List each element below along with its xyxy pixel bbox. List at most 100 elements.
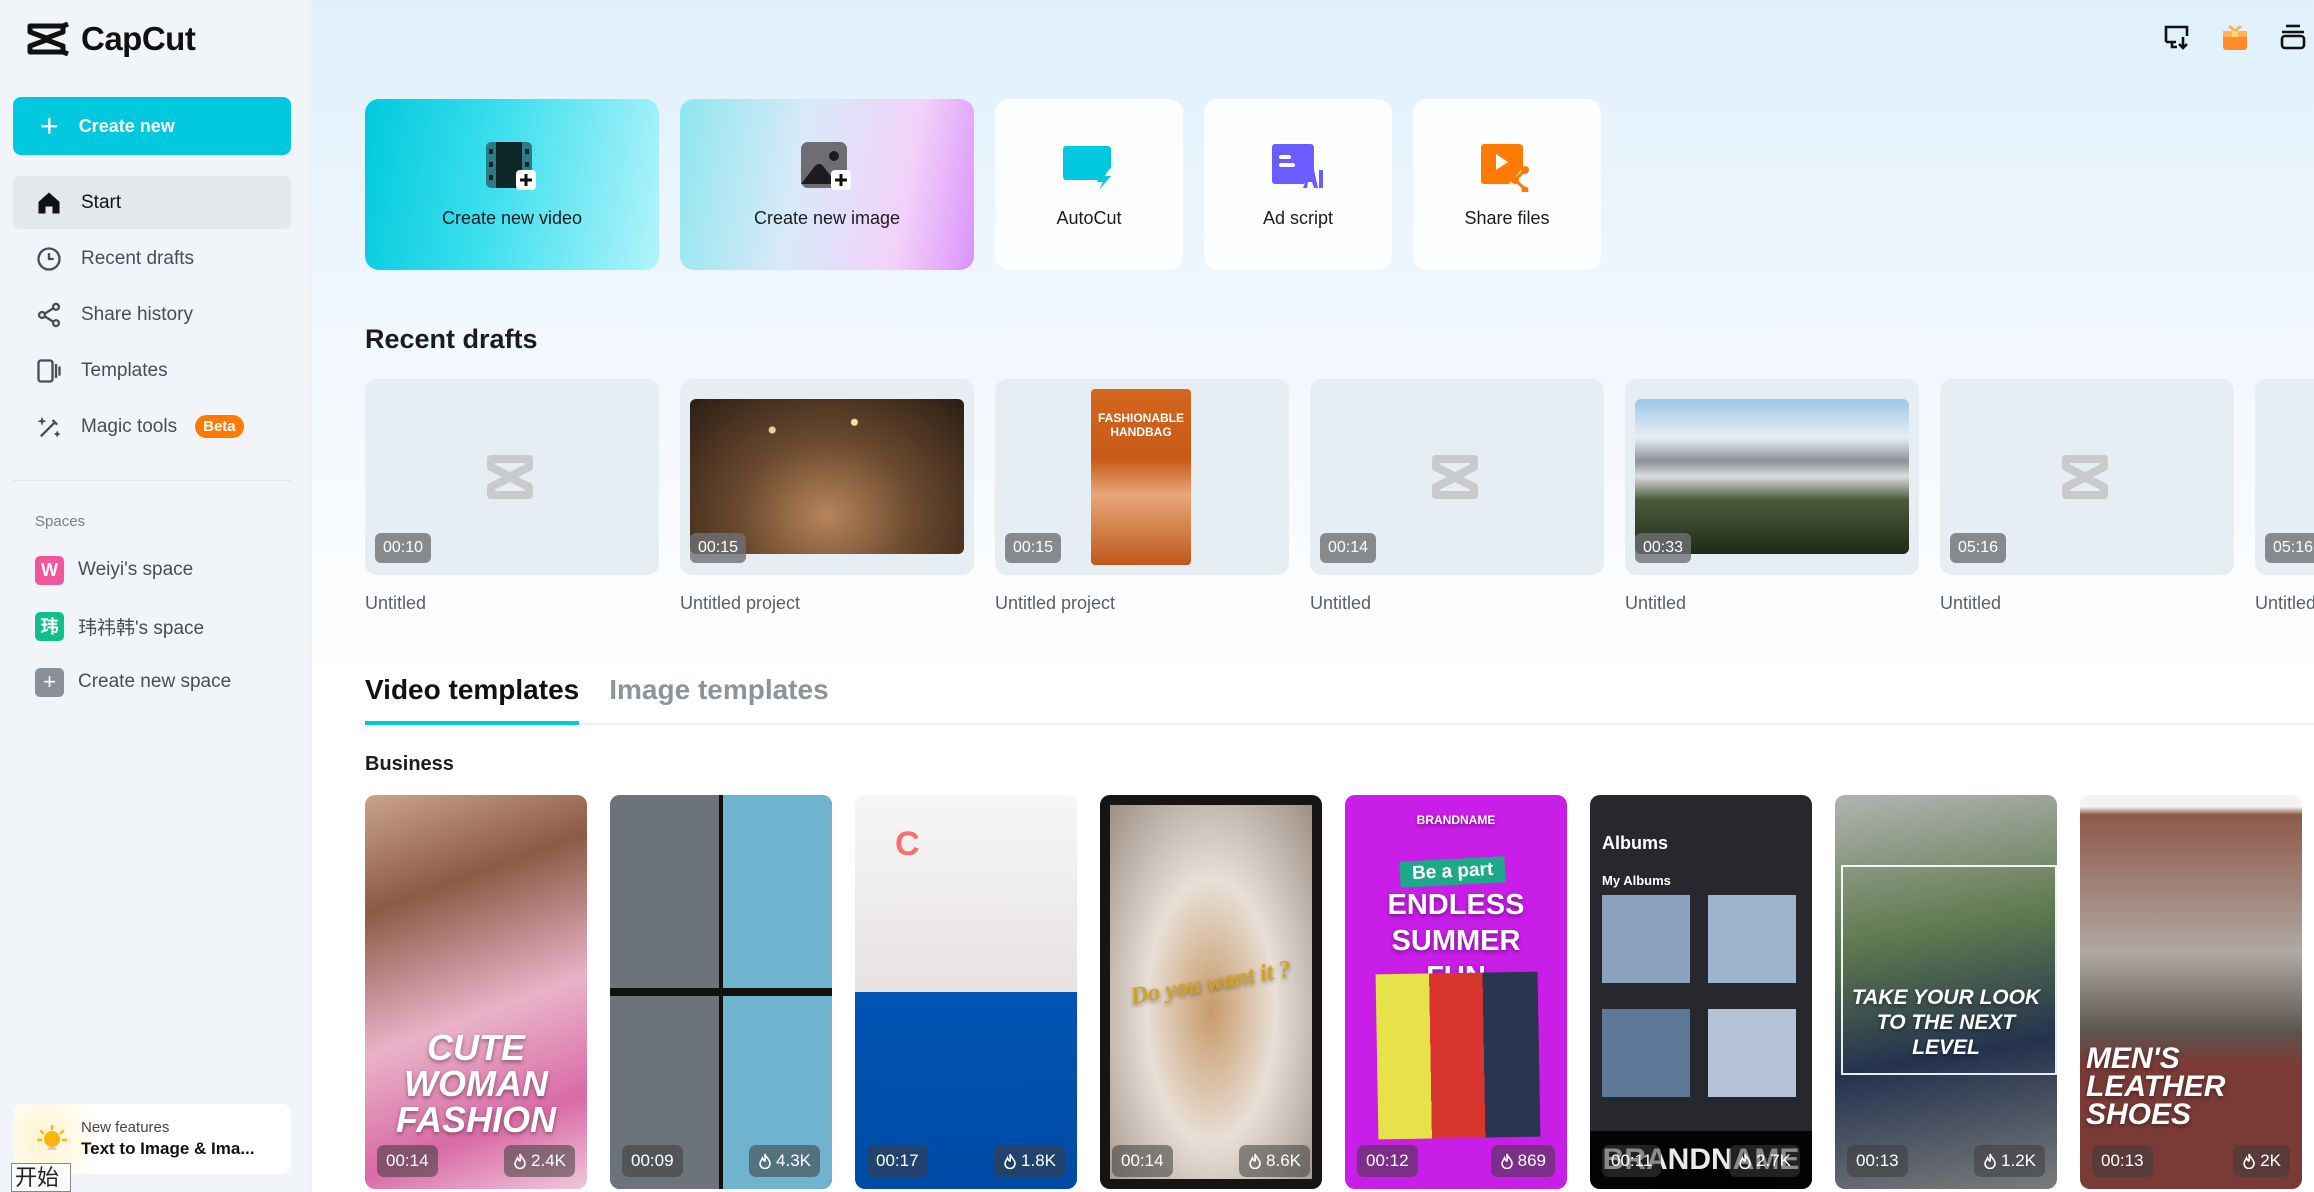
draft-duration: 00:10 bbox=[375, 533, 432, 563]
plus-icon: + bbox=[35, 667, 64, 697]
thumbnail-caption: FASHIONABLE HANDBAG bbox=[1097, 411, 1184, 439]
draft-duration: 05:16 bbox=[2265, 533, 2314, 563]
template-card[interactable]: MEN'S LEATHER SHOES 00:13 2K bbox=[2080, 795, 2302, 1189]
draft-name: Untitled bbox=[1625, 593, 1687, 613]
draft-thumbnail: 00:15 bbox=[680, 379, 974, 575]
draft-duration: 00:33 bbox=[1635, 533, 1692, 563]
draft-name: Untitled bbox=[2255, 593, 2314, 613]
template-photo bbox=[1375, 971, 1541, 1140]
flame-icon bbox=[1500, 1153, 1513, 1169]
templates-icon bbox=[37, 358, 61, 383]
sidebar-item-start[interactable]: Start bbox=[13, 176, 291, 229]
template-uses: 8.6K bbox=[1239, 1145, 1310, 1177]
draft-thumbnail: 00:14 bbox=[1310, 379, 1604, 575]
template-uses-count: 1.2K bbox=[2001, 1151, 2036, 1170]
menu-button[interactable] bbox=[2278, 22, 2308, 52]
sidebar-item-label: Recent drafts bbox=[81, 247, 194, 269]
space-label: Weiyi's space bbox=[78, 559, 194, 580]
beta-badge: Beta bbox=[195, 415, 244, 438]
album-thumb bbox=[1708, 895, 1796, 983]
draft-duration: 00:14 bbox=[1320, 533, 1377, 563]
draft-thumbnail: 00:33 bbox=[1625, 379, 1919, 575]
draft-thumbnail: 05:16 bbox=[2255, 379, 2314, 575]
home-icon bbox=[38, 192, 60, 213]
space-avatar: W bbox=[35, 555, 64, 585]
create-new-space-button[interactable]: + Create new space bbox=[13, 654, 291, 710]
business-section-heading: Business bbox=[365, 753, 454, 775]
spaces-list: W Weiyi's space 玮 玮祎韩's space + Create n… bbox=[13, 542, 291, 710]
draft-item[interactable]: 00:33 Untitled bbox=[1625, 379, 1919, 614]
recent-drafts-list: 00:10 Untitled 00:15 Untitled project FASHIO… bbox=[365, 379, 2314, 614]
quick-action-label: Create new video bbox=[441, 208, 583, 228]
template-card[interactable]: CUTE WOMAN FASHION 00:14 2.4K bbox=[365, 795, 587, 1189]
template-preview bbox=[610, 795, 832, 1189]
template-subcaption: My Albums bbox=[1602, 873, 1671, 888]
template-preview bbox=[855, 795, 1077, 1189]
template-card[interactable]: Albums My Albums BRANDNAME 00:11 2.7K bbox=[1590, 795, 1812, 1189]
sidebar-item-templates[interactable]: Templates bbox=[13, 344, 291, 397]
download-desktop-button[interactable] bbox=[2162, 22, 2192, 52]
ad-script-card[interactable]: Ad script bbox=[1204, 99, 1392, 270]
sidebar-item-share-history[interactable]: Share history bbox=[13, 288, 291, 341]
template-uses-count: 2.4K bbox=[531, 1151, 566, 1170]
sidebar-item-recent-drafts[interactable]: Recent drafts bbox=[13, 232, 291, 285]
sidebar-item-magic-tools[interactable]: Magic tools Beta bbox=[13, 400, 291, 453]
tab-video-templates[interactable]: Video templates bbox=[365, 664, 580, 725]
main-content: Create new video Create new image AutoCu… bbox=[312, 0, 2314, 1192]
draft-item[interactable]: 05:16 Untitled bbox=[2255, 379, 2314, 614]
autocut-card[interactable]: AutoCut bbox=[995, 99, 1183, 270]
draft-item[interactable]: FASHIONABLE HANDBAG 00:15 Untitled project bbox=[995, 379, 1289, 614]
template-uses-count: 1.8K bbox=[1021, 1151, 1056, 1170]
template-caption: C bbox=[895, 825, 920, 863]
create-new-button[interactable]: + Create new bbox=[13, 97, 291, 155]
template-duration: 00:12 bbox=[1357, 1145, 1418, 1177]
capcut-logo[interactable]: CapCut bbox=[27, 20, 196, 58]
draft-item[interactable]: 00:15 Untitled project bbox=[680, 379, 974, 614]
news-text: New features Text to Image & Ima... bbox=[81, 1119, 255, 1159]
template-card[interactable]: TAKE YOUR LOOK TO THE NEXT LEVEL 00:13 1.2… bbox=[1835, 795, 2057, 1189]
top-toolbar bbox=[2162, 22, 2314, 52]
spaces-heading: Spaces bbox=[35, 513, 86, 530]
draft-item[interactable]: 00:10 Untitled bbox=[365, 379, 659, 614]
template-brand: BRANDNAME bbox=[1416, 813, 1496, 827]
draft-item[interactable]: 00:14 Untitled bbox=[1310, 379, 1604, 614]
capcut-placeholder-icon bbox=[487, 455, 533, 499]
create-new-label: Create new bbox=[78, 115, 175, 136]
draft-thumbnail: 05:16 bbox=[1940, 379, 2234, 575]
ime-indicator[interactable]: 开始 bbox=[11, 1163, 71, 1192]
space-label: 玮祎韩's space bbox=[78, 617, 205, 639]
draft-item[interactable]: 05:16 Untitled bbox=[1940, 379, 2234, 614]
create-new-image-card[interactable]: Create new image bbox=[680, 99, 974, 270]
template-card[interactable]: BRANDNAMEBe a partENDLESS SUMMER FUN00:1… bbox=[1345, 795, 1567, 1189]
news-title: Text to Image & Ima... bbox=[81, 1139, 255, 1158]
template-card[interactable]: 00:09 4.3K bbox=[610, 795, 832, 1189]
gift-button[interactable] bbox=[2220, 22, 2250, 52]
sidebar-item-label: Start bbox=[81, 191, 122, 213]
template-uses: 4.3K bbox=[749, 1145, 820, 1177]
share-files-card[interactable]: Share files bbox=[1413, 99, 1601, 270]
quick-action-label: Ad script bbox=[1262, 208, 1334, 228]
template-card[interactable]: Do you want it ? 00:14 8.6K bbox=[1100, 795, 1322, 1189]
share-files-icon bbox=[1481, 144, 1529, 192]
gift-icon bbox=[2223, 24, 2247, 50]
create-new-video-card[interactable]: Create new video bbox=[365, 99, 659, 270]
template-duration: 00:14 bbox=[1112, 1145, 1173, 1177]
template-tabs: Video templates Image templates bbox=[365, 664, 2314, 725]
album-thumb bbox=[1602, 1009, 1690, 1097]
template-uses-count: 4.3K bbox=[776, 1151, 811, 1170]
space-item-second[interactable]: 玮 玮祎韩's space bbox=[13, 598, 291, 654]
flame-icon bbox=[2243, 1153, 2256, 1169]
quick-actions: Create new video Create new image AutoCu… bbox=[365, 99, 1601, 270]
draft-thumbnail-image: FASHIONABLE HANDBAG bbox=[1091, 389, 1191, 565]
draft-name: Untitled project bbox=[680, 593, 801, 613]
tab-image-templates[interactable]: Image templates bbox=[609, 664, 828, 723]
capcut-logo-icon bbox=[27, 22, 69, 56]
recent-drafts-heading: Recent drafts bbox=[365, 324, 538, 354]
template-duration: 00:13 bbox=[2092, 1145, 2153, 1177]
space-avatar: 玮 bbox=[35, 611, 64, 641]
template-caption: TAKE YOUR LOOK TO THE NEXT LEVEL bbox=[1851, 986, 2041, 1059]
draft-duration: 05:16 bbox=[1950, 533, 2007, 563]
template-card[interactable]: C 00:17 1.8K bbox=[855, 795, 1077, 1189]
space-item-weiyi[interactable]: W Weiyi's space bbox=[13, 542, 291, 598]
clock-icon bbox=[37, 246, 61, 271]
